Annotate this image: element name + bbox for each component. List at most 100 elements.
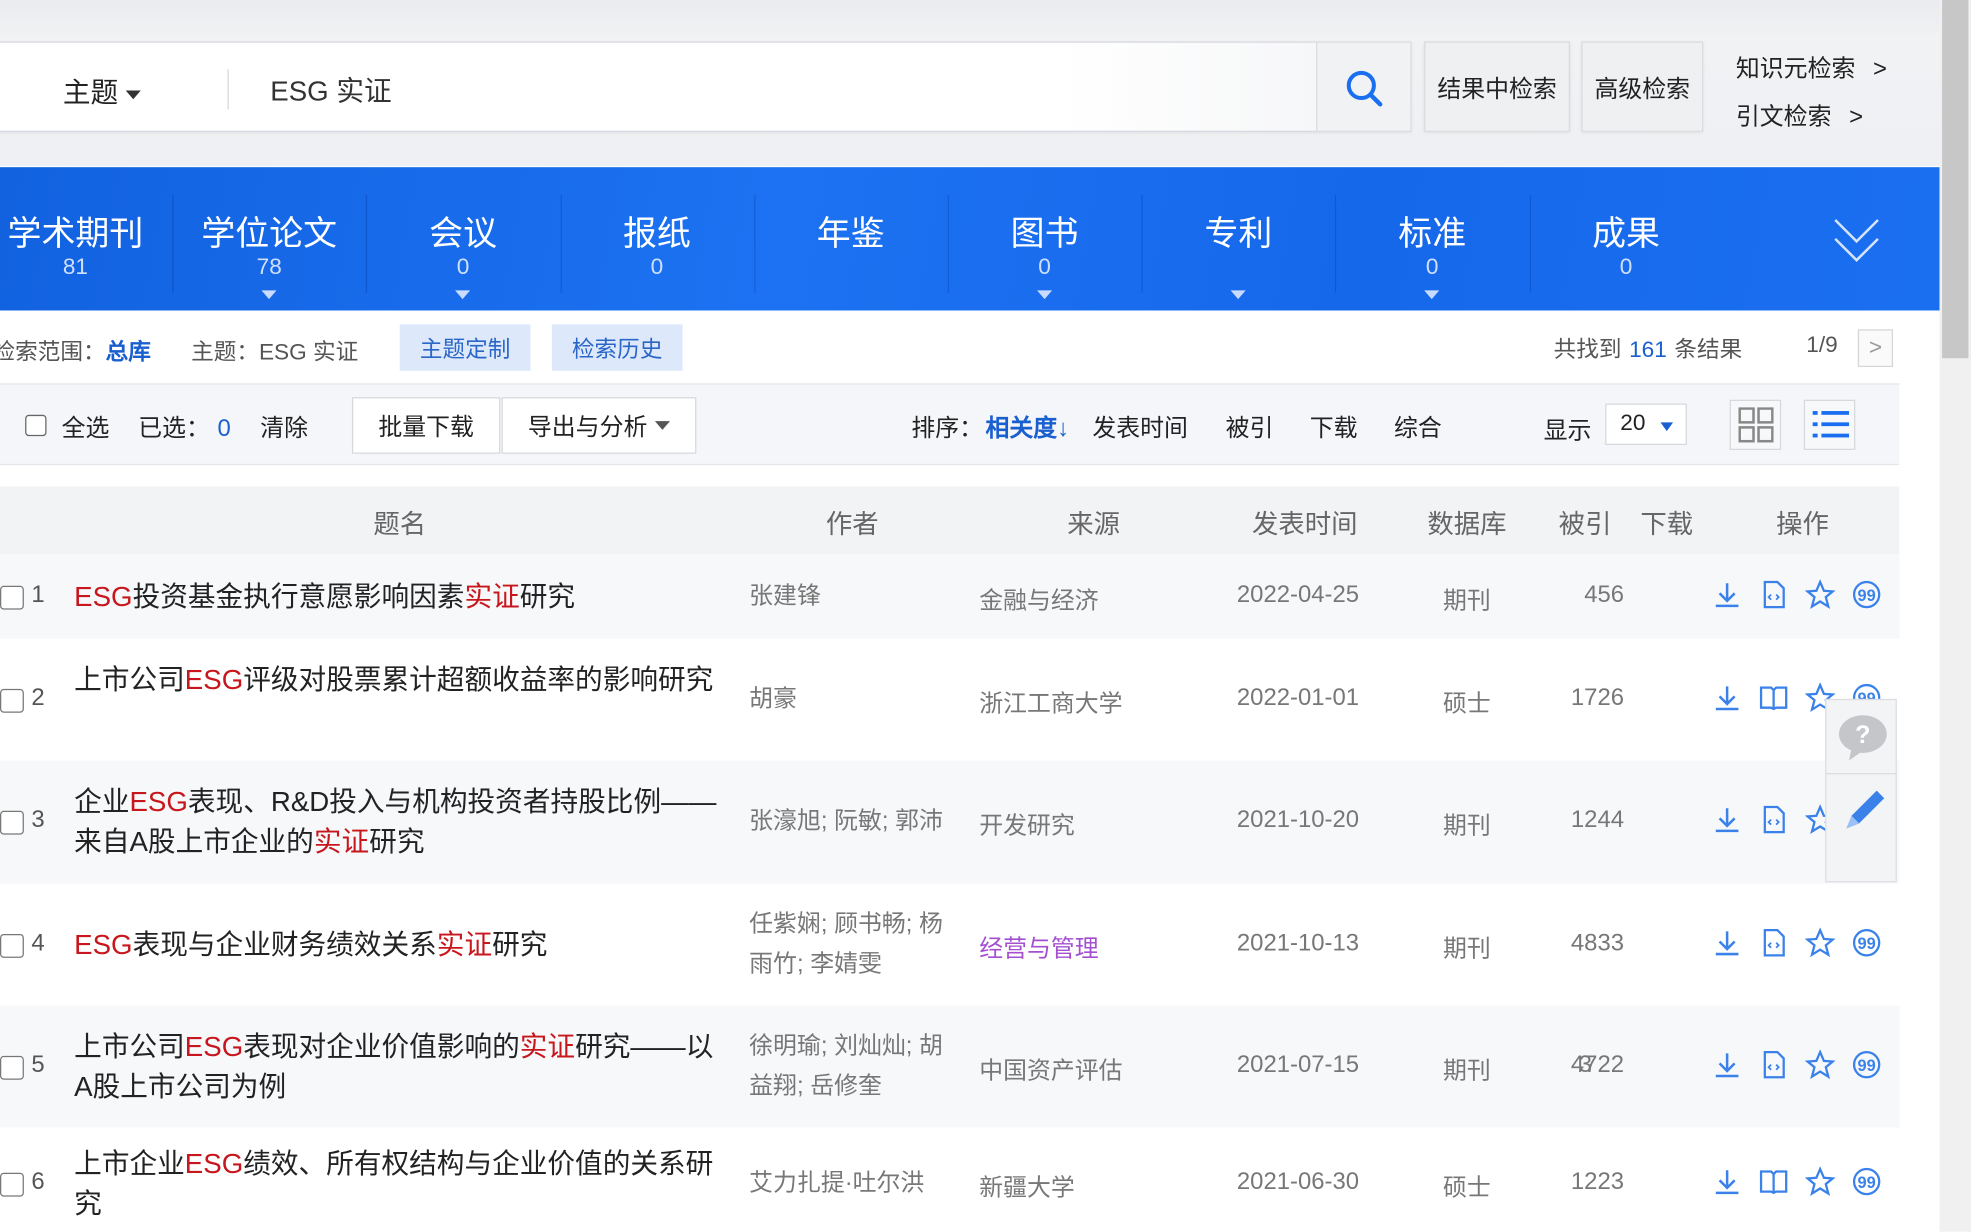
scrollbar-thumb[interactable] — [1942, 0, 1969, 359]
tab-6[interactable]: 图书 0 — [948, 167, 1142, 310]
sort-overall[interactable]: 综合 — [1394, 410, 1442, 444]
download-icon[interactable] — [1712, 804, 1742, 834]
row-checkbox[interactable] — [0, 933, 24, 958]
result-title-link[interactable]: 上市公司ESG评级对股票累计超额收益率的影响研究 — [74, 659, 730, 699]
search-field-select[interactable]: 主题 — [63, 70, 141, 110]
tab-1[interactable]: 学术期刊 81 — [0, 167, 172, 310]
source-link[interactable]: 新疆大学 — [979, 1169, 1075, 1203]
read-book-icon[interactable] — [1759, 1166, 1789, 1196]
caret-down-icon[interactable] — [455, 290, 471, 300]
clear-selection-button[interactable]: 清除 — [260, 410, 308, 444]
citation-search-link[interactable]: 引文检索 > — [1736, 98, 1863, 132]
expand-chevron-icon[interactable] — [1833, 216, 1881, 266]
author[interactable]: 艾力扎提·吐尔洪 — [749, 1164, 956, 1204]
display-label: 显示 — [1543, 418, 1592, 445]
author[interactable]: 张濠旭; 阮敏; 郭沛 — [749, 802, 956, 842]
download-icon[interactable] — [1712, 1166, 1742, 1196]
grid-view-button[interactable] — [1729, 399, 1782, 451]
select-all-checkbox[interactable] — [25, 414, 47, 437]
html-read-icon[interactable] — [1759, 579, 1789, 609]
author[interactable]: 任紫娴; 顾书畅; 杨雨竹; 李婧雯 — [749, 904, 956, 984]
caret-down-icon[interactable] — [261, 290, 277, 300]
cite-quote-icon[interactable]: 99 — [1852, 927, 1882, 957]
download-icon[interactable] — [1712, 579, 1742, 609]
tab-8[interactable]: 标准 0 — [1335, 167, 1529, 310]
result-title-link[interactable]: 企业ESG表现、R&D投入与机构投资者持股比例——来自A股上市企业的实证研究 — [74, 782, 730, 862]
divider — [227, 69, 229, 110]
result-title-link[interactable]: 上市企业ESG绩效、所有权结构与企业价值的关系研究 — [74, 1144, 730, 1224]
favorite-star-icon[interactable] — [1805, 927, 1836, 957]
search-field-label: 主题 — [62, 76, 119, 109]
source-link[interactable]: 开发研究 — [979, 807, 1075, 841]
source-link[interactable]: 经营与管理 — [979, 930, 1098, 964]
row-checkbox[interactable] — [0, 688, 24, 713]
favorite-star-icon[interactable] — [1805, 1048, 1836, 1079]
caret-down-icon[interactable] — [1230, 290, 1246, 300]
cite-quote-icon[interactable]: 99 — [1852, 579, 1882, 609]
row-number: 3 — [31, 806, 45, 834]
list-view-button[interactable] — [1803, 399, 1856, 451]
source-link[interactable]: 浙江工商大学 — [979, 684, 1122, 718]
download-icon[interactable] — [1712, 927, 1742, 957]
favorite-star-icon[interactable] — [1805, 578, 1836, 609]
col-date[interactable]: 发表时间 — [1252, 504, 1358, 542]
download-icon[interactable] — [1712, 1049, 1742, 1079]
edit-pen-icon[interactable] — [1839, 786, 1887, 836]
row-checkbox[interactable] — [0, 810, 24, 835]
database-type: 期刊 — [1443, 813, 1491, 840]
sort-cited[interactable]: 被引 — [1226, 410, 1274, 444]
advanced-search-button[interactable]: 高级检索 — [1581, 41, 1704, 132]
download-icon[interactable] — [1712, 682, 1742, 712]
sort-download[interactable]: 下载 — [1310, 410, 1358, 444]
row-checkbox[interactable] — [0, 585, 24, 610]
author[interactable]: 徐明瑜; 刘灿灿; 胡益翔; 岳修奎 — [749, 1026, 956, 1106]
result-title-link[interactable]: 上市公司ESG表现对企业价值影响的实证研究——以A股上市公司为例 — [74, 1026, 730, 1106]
scope-value[interactable]: 总库 — [106, 339, 151, 364]
author[interactable]: 张建锋 — [749, 576, 956, 616]
col-downloads[interactable]: 下载 — [1640, 504, 1693, 542]
export-analyze-button[interactable]: 导出与分析 — [501, 397, 697, 454]
search-within-results-button[interactable]: 结果中检索 — [1424, 41, 1570, 132]
html-read-icon[interactable] — [1759, 804, 1789, 834]
download-count: 1223 — [1570, 1169, 1625, 1196]
batch-download-button[interactable]: 批量下载 — [351, 397, 501, 454]
row-checkbox[interactable] — [0, 1055, 24, 1080]
tab-4[interactable]: 报纸 0 — [560, 167, 754, 310]
result-title-link[interactable]: ESG表现与企业财务绩效关系实证研究 — [74, 925, 730, 965]
publish-date: 2022-04-25 — [1236, 581, 1360, 608]
page-size-select[interactable]: 20 — [1605, 403, 1687, 445]
row-number: 2 — [31, 684, 45, 711]
search-input[interactable]: ESG 实证 — [270, 69, 391, 109]
favorite-star-icon[interactable] — [1805, 1166, 1836, 1196]
tab-3[interactable]: 会议 0 — [366, 167, 560, 310]
cite-quote-icon[interactable]: 99 — [1852, 1049, 1882, 1079]
knowledge-search-link[interactable]: 知识元检索 > — [1736, 50, 1887, 84]
sort-relevance[interactable]: 相关度↓ — [985, 410, 1069, 444]
tab-9[interactable]: 成果 0 — [1529, 167, 1723, 310]
help-question-icon[interactable]: ? — [1836, 713, 1889, 763]
search-history-button[interactable]: 检索历史 — [551, 324, 683, 371]
source-link[interactable]: 中国资产评估 — [979, 1051, 1122, 1085]
result-title-link[interactable]: ESG投资基金执行意愿影响因素实证研究 — [74, 576, 730, 616]
tab-label: 学位论文 — [201, 214, 338, 253]
sort-date[interactable]: 发表时间 — [1092, 410, 1188, 444]
tab-7[interactable]: 专利 — [1142, 167, 1336, 310]
tab-5[interactable]: 年鉴 — [754, 167, 948, 310]
topic-customize-button[interactable]: 主题定制 — [399, 324, 531, 371]
select-all-label[interactable]: 全选 — [62, 410, 110, 444]
tab-count: 0 — [1425, 253, 1439, 280]
next-page-button[interactable]: > — [1857, 329, 1894, 368]
col-cited[interactable]: 被引 — [1559, 504, 1612, 542]
row-checkbox[interactable] — [0, 1172, 24, 1197]
table-row: 5 上市公司ESG表现对企业价值影响的实证研究——以A股上市公司为例 徐明瑜; 刘灿… — [0, 1005, 1900, 1128]
cite-quote-icon[interactable]: 99 — [1852, 1166, 1882, 1196]
tab-2[interactable]: 学位论文 78 — [172, 167, 366, 310]
caret-down-icon[interactable] — [1037, 290, 1053, 300]
html-read-icon[interactable] — [1759, 1049, 1789, 1079]
read-book-icon[interactable] — [1759, 682, 1789, 712]
author[interactable]: 胡豪 — [749, 679, 956, 719]
search-button[interactable] — [1316, 41, 1412, 132]
source-link[interactable]: 金融与经济 — [979, 581, 1098, 615]
caret-down-icon[interactable] — [1424, 290, 1440, 300]
html-read-icon[interactable] — [1759, 927, 1789, 957]
